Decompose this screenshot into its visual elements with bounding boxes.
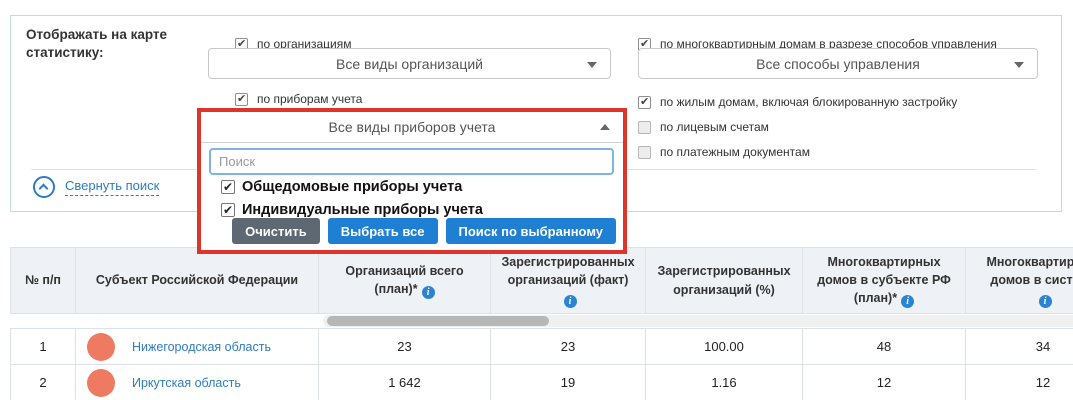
- chevron-down-icon: [1014, 62, 1024, 68]
- info-icon[interactable]: i: [564, 295, 577, 308]
- org-fact-value: 19: [491, 365, 646, 400]
- management-methods-select-value: Все способы управления: [756, 56, 920, 72]
- search-by-selected-button[interactable]: Поиск по выбранному: [446, 218, 616, 244]
- payment-documents-checkbox[interactable]: [638, 146, 651, 159]
- region-cell: Нижегородская область: [76, 329, 319, 365]
- region-cell: Иркутская область: [76, 365, 319, 400]
- table-row: 2 Иркутская область 1 642 19 1.16 12 12: [11, 365, 1073, 400]
- org-fact-value: 23: [491, 329, 646, 365]
- chevron-up-icon: [600, 124, 610, 130]
- organization-types-select-value: Все виды организаций: [336, 56, 483, 72]
- meter-types-select-value: Все виды приборов учета: [329, 119, 496, 135]
- collapse-search-link[interactable]: Свернуть поиск: [65, 178, 159, 196]
- column-header-org-plan: Организаций всего (план)*i: [319, 248, 491, 314]
- meters-checkbox-label[interactable]: по приборам учета: [257, 92, 362, 106]
- checkbox-row-payment-documents: по платежным документам: [638, 145, 810, 159]
- row-number: 1: [11, 329, 76, 365]
- map-statistics-page: Отображать на карте статистику: по орган…: [0, 0, 1073, 400]
- individual-meters-checkbox[interactable]: [221, 203, 235, 217]
- region-status-dot-icon: [87, 369, 115, 397]
- payment-documents-checkbox-label[interactable]: по платежным документам: [660, 145, 810, 159]
- chevron-down-icon: [587, 62, 597, 68]
- mkd-system-value: 12: [966, 365, 1073, 400]
- column-header-region: Субъект Российской Федерации: [76, 248, 319, 314]
- meter-types-search-input[interactable]: [209, 148, 614, 175]
- mkd-system-value: 34: [966, 329, 1073, 365]
- meter-types-dropdown: Все виды приборов учета Общедомовые приб…: [197, 108, 627, 254]
- table-scrollbar-row: [10, 314, 1073, 328]
- org-percent-value: 100.00: [646, 329, 803, 365]
- panel-title: Отображать на карте статистику:: [26, 26, 206, 62]
- statistics-table: № п/п Субъект Российской Федерации Орган…: [10, 247, 1073, 400]
- checkbox-row-residential: по жилым домам, включая блокированную за…: [638, 95, 957, 109]
- info-icon[interactable]: i: [422, 286, 435, 299]
- region-link[interactable]: Нижегородская область: [132, 340, 271, 354]
- statistics-table-header: № п/п Субъект Российской Федерации Орган…: [10, 247, 1073, 314]
- accounts-checkbox-label[interactable]: по лицевым счетам: [660, 120, 769, 134]
- row-number: 2: [11, 365, 76, 400]
- residential-checkbox-label[interactable]: по жилым домам, включая блокированную за…: [660, 95, 957, 109]
- info-icon[interactable]: i: [901, 295, 914, 308]
- checkbox-row-meters: по приборам учета: [235, 92, 362, 106]
- meter-types-select[interactable]: Все виды приборов учета: [201, 112, 623, 143]
- horizontal-scrollbar-thumb[interactable]: [327, 316, 549, 326]
- meter-type-option-individual: Индивидуальные приборы учета: [221, 202, 483, 218]
- statistics-table-body: 1 Нижегородская область 23 23 100.00 48 …: [10, 328, 1073, 400]
- column-header-org-percent: Зарегистрированных организаций (%): [646, 248, 803, 314]
- mkd-plan-value: 12: [803, 365, 966, 400]
- column-header-mkd-plan: Многоквартирных домов в субъекте РФ (пла…: [803, 248, 966, 314]
- column-header-org-fact: Зарегистрированных организаций (факт)i: [491, 248, 646, 314]
- org-percent-value: 1.16: [646, 365, 803, 400]
- accounts-checkbox[interactable]: [638, 121, 651, 134]
- communal-meters-label[interactable]: Общедомовые приборы учета: [242, 179, 462, 195]
- meters-checkbox[interactable]: [235, 93, 248, 106]
- table-row: 1 Нижегородская область 23 23 100.00 48 …: [11, 329, 1073, 365]
- individual-meters-label[interactable]: Индивидуальные приборы учета: [242, 202, 483, 218]
- organization-types-select[interactable]: Все виды организаций: [208, 48, 611, 79]
- info-icon[interactable]: i: [1039, 295, 1052, 308]
- clear-button[interactable]: Очистить: [232, 218, 320, 244]
- dropdown-buttons: Очистить Выбрать все Поиск по выбранному: [232, 218, 616, 244]
- horizontal-scrollbar-track[interactable]: [323, 315, 1073, 327]
- column-header-number: № п/п: [11, 248, 76, 314]
- collapse-search-row: Свернуть поиск: [33, 176, 159, 198]
- region-link[interactable]: Иркутская область: [132, 376, 241, 390]
- management-methods-select[interactable]: Все способы управления: [638, 48, 1038, 79]
- mkd-plan-value: 48: [803, 329, 966, 365]
- communal-meters-checkbox[interactable]: [221, 180, 235, 194]
- column-header-mkd-system: Многоквартирных домов в системеi: [966, 248, 1073, 314]
- org-plan-value: 1 642: [319, 365, 491, 400]
- region-status-dot-icon: [87, 333, 115, 361]
- select-all-button[interactable]: Выбрать все: [328, 218, 438, 244]
- residential-checkbox[interactable]: [638, 96, 651, 109]
- meter-type-option-communal: Общедомовые приборы учета: [221, 179, 462, 195]
- checkbox-row-accounts: по лицевым счетам: [638, 120, 769, 134]
- org-plan-value: 23: [319, 329, 491, 365]
- collapse-circle-chevron-up-icon[interactable]: [33, 176, 55, 198]
